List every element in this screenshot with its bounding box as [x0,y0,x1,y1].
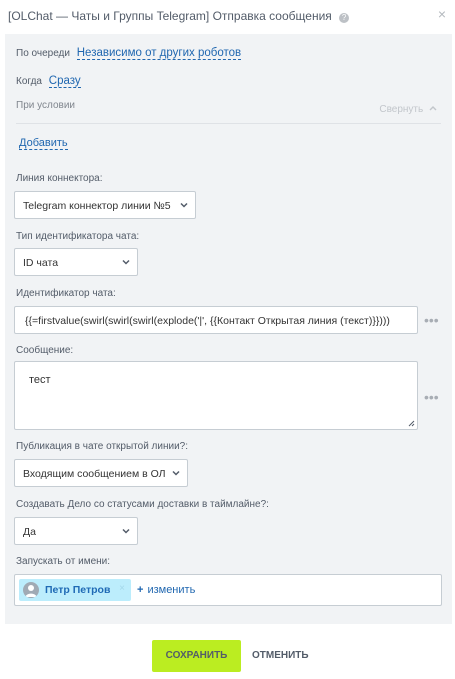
queue-row: По очереди Независимо от других роботов [16,47,242,60]
collapse-label: Свернуть [379,104,424,115]
chat-id-more-icon[interactable]: ••• [424,312,439,328]
chevron-up-icon [429,106,437,111]
add-condition-link[interactable]: Добавить [19,137,68,150]
chat-id-type-select[interactable]: ID чата [14,248,138,276]
create-deal-select[interactable]: Да [14,517,138,545]
chevron-down-icon [122,259,130,265]
change-user-label: изменить [147,584,196,596]
when-label: Когда [16,76,42,87]
publication-select[interactable]: Входящим сообщением в ОЛ [14,459,188,487]
chevron-down-icon [172,469,180,477]
message-more-icon[interactable]: ••• [424,389,439,405]
condition-label: При условии [16,100,75,111]
chat-id-type-label: Тип идентификатора чата: [16,231,140,242]
chat-id-label: Идентификатор чата: [16,288,116,299]
when-row: Когда Сразу [16,75,81,88]
run-as-label: Запускать от имени: [16,556,111,567]
queue-value-link[interactable]: Независимо от других роботов [76,47,242,60]
when-value-link[interactable]: Сразу [48,75,81,88]
resize-handle-icon[interactable] [408,420,415,427]
help-icon[interactable]: ? [339,13,350,23]
chat-id-type-value: ID чата [23,257,59,269]
connector-line-label: Линия коннектора: [16,173,103,184]
connector-line-value: Telegram коннектор линии №5 [23,200,171,212]
change-user-link[interactable]: + изменить [137,584,195,596]
chevron-down-icon [180,202,188,208]
condition-header: При условии Свернуть [16,100,441,124]
connector-line-select[interactable]: Telegram коннектор линии №5 [14,191,196,219]
collapse-link[interactable]: Свернуть [379,104,437,115]
chat-id-input[interactable]: {{=firstvalue(swirl(swirl(swirl(explode(… [14,306,418,334]
save-button[interactable]: СОХРАНИТЬ [152,640,241,672]
cancel-button[interactable]: ОТМЕНИТЬ [252,640,309,672]
settings-panel: По очереди Независимо от других роботов … [5,34,452,624]
remove-user-icon[interactable]: × [119,583,125,594]
avatar [23,582,39,598]
user-chip-name: Петр Петров [45,584,111,596]
run-as-user-box[interactable]: Петр Петров × + изменить [14,574,442,606]
create-deal-value: Да [23,526,36,538]
user-chip: Петр Петров × [19,579,131,601]
window-title: [OLChat — Чаты и Группы Telegram] Отправ… [8,9,332,23]
message-label: Сообщение: [16,345,74,356]
chevron-down-icon [122,528,130,534]
message-value: тест [29,374,51,386]
message-textarea[interactable]: тест [14,361,418,430]
window-title-bar: [OLChat — Чаты и Группы Telegram] Отправ… [0,0,455,32]
queue-label: По очереди [16,48,70,59]
close-icon[interactable]: × [438,6,446,22]
plus-icon: + [137,584,144,596]
publication-value: Входящим сообщением в ОЛ [23,468,166,480]
create-deal-label: Создавать Дело со статусами доставки в т… [16,499,269,510]
publication-label: Публикация в чате открытой линии?: [16,441,189,452]
